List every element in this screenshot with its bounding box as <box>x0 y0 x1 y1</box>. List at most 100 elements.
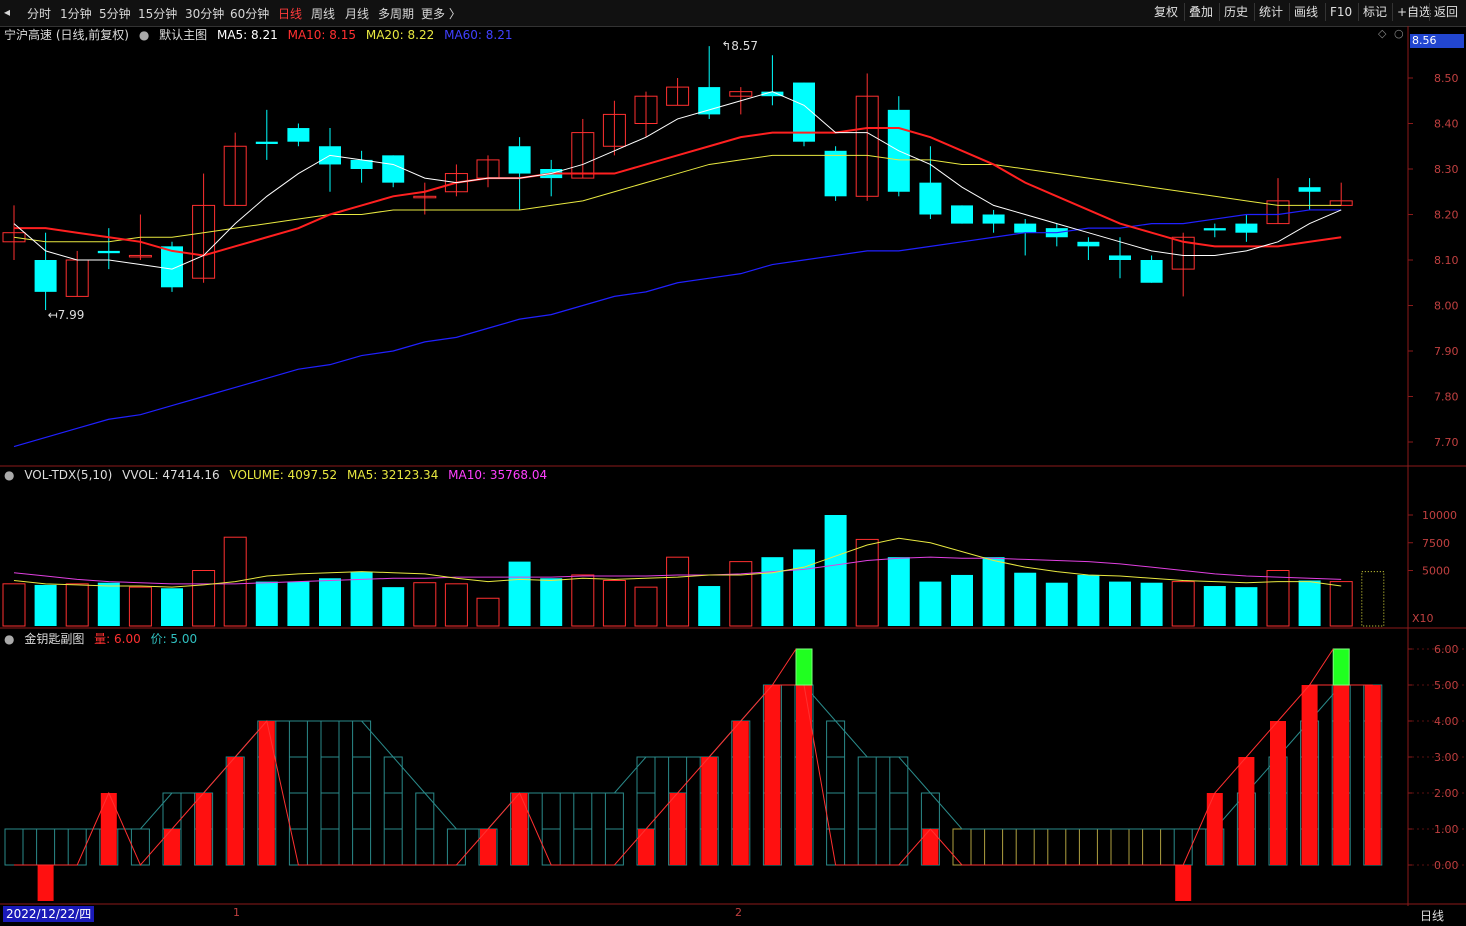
candle-body-down <box>982 214 1005 224</box>
candle-body-down <box>824 150 847 197</box>
key-volume-bar <box>1333 685 1350 865</box>
candle-body-down <box>97 250 120 254</box>
period-tab-1[interactable]: 1分钟 <box>60 5 92 22</box>
month-label-2: 2 <box>735 906 742 919</box>
key-price-bar <box>1142 828 1162 866</box>
period-tab-8[interactable]: 月线 <box>345 5 369 22</box>
key-price-bar <box>857 756 877 866</box>
price-tick-label: 8.40 <box>1434 118 1459 131</box>
volume-bar-up <box>1329 581 1353 627</box>
key-volume-bar <box>227 757 244 865</box>
volume-bar-up <box>855 538 879 627</box>
key-volume-bar <box>258 721 275 865</box>
candle-body-down <box>1235 223 1258 233</box>
period-tab-6[interactable]: 日线 <box>278 5 302 22</box>
candle-body-down <box>508 146 531 174</box>
volume-bar-up <box>571 574 595 627</box>
key-price-bar <box>984 828 1004 866</box>
tool-button-8[interactable]: 返回 <box>1429 3 1462 21</box>
period-tab-0[interactable]: 分时 <box>27 5 51 22</box>
volume-bar-down <box>319 578 341 626</box>
volume-bar-down <box>1235 587 1258 626</box>
volume-bar-down <box>919 581 942 626</box>
candle-body-down <box>951 205 973 224</box>
volume-bar-up <box>413 582 437 627</box>
key-volume-bar <box>1364 685 1381 865</box>
period-tab-4[interactable]: 30分钟 <box>185 5 224 22</box>
candle-body-down <box>1109 255 1131 260</box>
key-volume-bar <box>100 793 117 865</box>
volume-bar-down <box>34 584 57 626</box>
volume-bar-down <box>982 557 1005 626</box>
key-signal-bar <box>1332 648 1350 686</box>
volume-bar-down <box>793 549 815 626</box>
period-tab-2[interactable]: 5分钟 <box>99 5 131 22</box>
volume-bar-up <box>1171 581 1195 627</box>
period-tab-10[interactable]: 更多 〉 <box>421 5 461 22</box>
volume-bar-down <box>951 574 973 626</box>
key-price-bar <box>36 828 56 866</box>
key-volume-bar <box>37 865 54 901</box>
tool-button-4[interactable]: 画线 <box>1289 3 1322 21</box>
period-tab-7[interactable]: 周线 <box>311 5 335 22</box>
key-volume-bar <box>922 829 939 865</box>
key-volume-bar <box>732 721 749 865</box>
candle-body-down <box>382 155 405 183</box>
ma20-line <box>13 154 1342 243</box>
bottom-period-button[interactable]: 日线 <box>1420 907 1444 924</box>
tool-button-1[interactable]: 叠加 <box>1184 3 1217 21</box>
key-volume-bar <box>1270 721 1286 865</box>
key-price-line <box>14 684 1373 830</box>
volume-bar-up <box>2 583 26 627</box>
volume-bar-down <box>698 586 721 626</box>
volume-bar-down <box>287 581 310 626</box>
volume-bar-down <box>508 561 531 626</box>
period-tab-3[interactable]: 15分钟 <box>138 5 177 22</box>
volume-bar-down <box>1140 582 1163 626</box>
volume-bar-down <box>382 587 405 626</box>
tool-button-6[interactable]: 标记 <box>1358 3 1391 21</box>
key-price-bar <box>889 756 909 866</box>
period-toolbar: 分时 1分钟 5分钟 15分钟 30分钟 60分钟 日线 周线 月线 多周期 更多 〉 ◂ 复权 叠加历… <box>0 0 1466 27</box>
pending-volume-bar <box>1361 571 1385 627</box>
key-volume-bar <box>796 685 812 865</box>
key-price-bar <box>67 828 87 866</box>
period-tab-5[interactable]: 60分钟 <box>230 5 269 22</box>
key-volume-bar <box>1301 685 1318 865</box>
key-volume-bar <box>701 757 718 865</box>
volume-bar-down <box>1109 581 1131 626</box>
vol-tick-label: 7500 <box>1422 537 1450 550</box>
candle-body-down <box>287 128 310 142</box>
volume-bar-up <box>666 556 690 627</box>
volume-bar-down <box>1298 580 1321 626</box>
month-label-1: 1 <box>233 906 240 919</box>
volume-bar-down <box>1077 574 1100 626</box>
ma10-line <box>14 127 1342 257</box>
stock-chart-canvas[interactable]: 8.50 8.40 8.30 8.20 8.10 8.00 7.90 7.80 7.70 ↰8.5… <box>0 26 1466 906</box>
candle-body-down <box>1014 223 1037 233</box>
price-tick-label: 7.80 <box>1434 391 1459 404</box>
back-arrow-icon[interactable]: ◂ <box>4 5 10 19</box>
price-tick-label: 7.90 <box>1434 345 1459 358</box>
volume-bar-down <box>824 515 847 626</box>
candle-body-down <box>34 260 57 292</box>
volume-bar-up <box>476 597 500 627</box>
key-volume-line <box>14 684 1373 866</box>
candle-body-down <box>1140 260 1163 283</box>
key-price-bar <box>1015 828 1035 866</box>
volume-bar-up <box>729 561 753 627</box>
volume-bar-up <box>1266 570 1290 627</box>
key-price-bar <box>1110 828 1130 866</box>
price-tick-label: 8.00 <box>1434 300 1459 313</box>
key-price-bar <box>1078 828 1098 866</box>
vol-ma5-line <box>13 537 1342 588</box>
tool-button-0[interactable]: 复权 <box>1150 3 1182 21</box>
tool-button-3[interactable]: 统计 <box>1254 3 1287 21</box>
tool-button-5[interactable]: F10 <box>1325 3 1356 21</box>
period-tab-9[interactable]: 多周期 <box>378 5 414 22</box>
candle-body-down <box>919 182 942 215</box>
volume-bar-down <box>1045 582 1068 626</box>
tool-button-2[interactable]: 历史 <box>1219 3 1252 21</box>
volume-bar-up <box>192 570 216 627</box>
key-volume-bar <box>164 829 180 865</box>
